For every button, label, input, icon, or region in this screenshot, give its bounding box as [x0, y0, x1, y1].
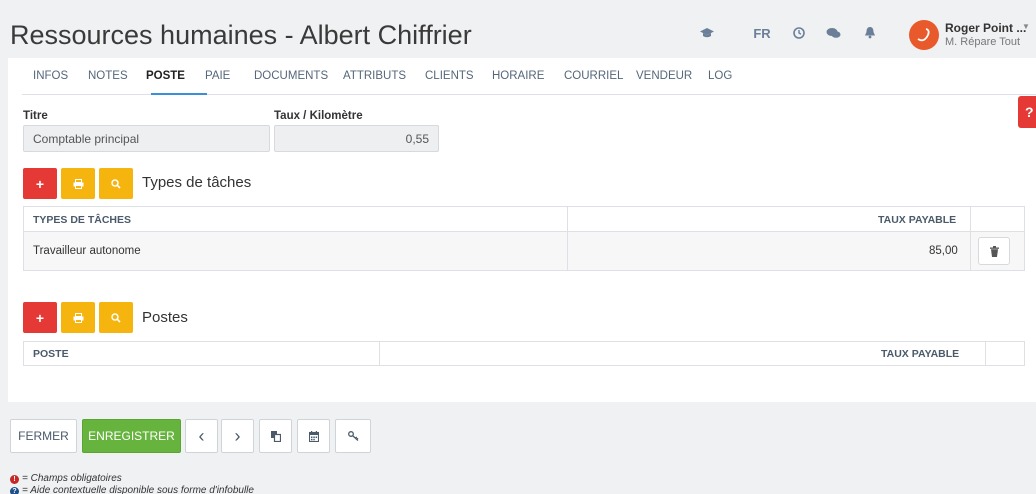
print-icon — [73, 312, 83, 323]
titre-label: Titre — [23, 110, 48, 122]
delete-row-button[interactable] — [978, 237, 1010, 265]
clock-icon[interactable] — [789, 26, 809, 42]
copy-button[interactable] — [259, 419, 292, 453]
tab-log[interactable]: LOG — [708, 70, 732, 82]
calendar-button[interactable] — [297, 419, 330, 453]
help-button[interactable]: ? — [1018, 96, 1036, 128]
column-header-taux: TAUX PAYABLE — [881, 348, 960, 360]
chat-icon[interactable] — [823, 26, 843, 42]
key-icon — [347, 431, 358, 441]
bell-icon[interactable] — [860, 26, 880, 42]
header: Ressources humaines - Albert Chiffrier F… — [0, 12, 1036, 58]
required-icon: ! — [10, 475, 19, 484]
taux-km-field[interactable]: 0,55 — [274, 125, 439, 152]
legend-required-text: = Champs obligatoires — [22, 473, 122, 484]
tab-courriel[interactable]: COURRIEL — [564, 70, 623, 82]
tab-attributs[interactable]: ATTRIBUTS — [343, 70, 406, 82]
cell-type: Travailleur autonome — [33, 245, 141, 257]
previous-button[interactable]: ‹ — [185, 419, 218, 453]
tab-bar: INFOS NOTES POSTE PAIE DOCUMENTS ATTRIBU… — [22, 58, 1036, 95]
cell-taux: 85,00 — [929, 245, 958, 257]
language-selector[interactable]: FR — [752, 26, 772, 41]
search-icon — [111, 312, 121, 323]
divider — [379, 342, 380, 365]
tab-vendeur[interactable]: VENDEUR — [636, 70, 692, 82]
taux-km-label: Taux / Kilomètre — [274, 110, 363, 122]
print-type-tache-button[interactable] — [61, 168, 95, 199]
user-company: M. Répare Tout — [945, 36, 1021, 48]
caret-down-icon[interactable]: ▼ — [1022, 22, 1030, 31]
types-taches-table: TYPES DE TÂCHES TAUX PAYABLE Travailleur… — [23, 206, 1025, 271]
next-button[interactable]: › — [221, 419, 254, 453]
main-panel: INFOS NOTES POSTE PAIE DOCUMENTS ATTRIBU… — [8, 58, 1036, 402]
table-row[interactable]: Travailleur autonome 85,00 — [24, 232, 1024, 270]
print-poste-button[interactable] — [61, 302, 95, 333]
add-poste-button[interactable]: + — [23, 302, 57, 333]
divider — [970, 207, 971, 270]
tab-notes[interactable]: NOTES — [88, 70, 128, 82]
divider — [985, 342, 986, 365]
search-type-tache-button[interactable] — [99, 168, 133, 199]
tab-poste[interactable]: POSTE — [146, 70, 185, 82]
help-icon: ? — [10, 487, 19, 494]
legend-help-text: = Aide contextuelle disponible sous form… — [22, 485, 254, 494]
legend-required: ! = Champs obligatoires — [10, 473, 122, 484]
key-button[interactable] — [335, 419, 371, 453]
graduation-cap-icon[interactable] — [697, 26, 717, 42]
column-header-taux: TAUX PAYABLE — [878, 214, 957, 226]
search-icon — [111, 178, 121, 189]
tab-horaire[interactable]: HORAIRE — [492, 70, 544, 82]
enregistrer-button[interactable]: ENREGISTRER — [82, 419, 181, 453]
postes-table: POSTE TAUX PAYABLE — [23, 341, 1025, 366]
legend-help: ? = Aide contextuelle disponible sous for… — [10, 485, 254, 494]
fermer-button[interactable]: FERMER — [10, 419, 77, 453]
tab-infos[interactable]: INFOS — [33, 70, 68, 82]
user-name[interactable]: Roger Point ... — [945, 21, 1026, 35]
titre-field[interactable]: Comptable principal — [23, 125, 270, 152]
types-taches-title: Types de tâches — [142, 174, 252, 191]
page-title: Ressources humaines - Albert Chiffrier — [10, 20, 472, 50]
search-poste-button[interactable] — [99, 302, 133, 333]
add-type-tache-button[interactable]: + — [23, 168, 57, 199]
column-header-poste: POSTE — [33, 348, 69, 360]
print-icon — [73, 178, 83, 189]
trash-icon — [989, 245, 999, 257]
divider — [567, 207, 568, 270]
postes-title: Postes — [142, 309, 188, 326]
avatar[interactable] — [909, 20, 939, 50]
calendar-icon — [308, 430, 319, 442]
column-header-type: TYPES DE TÂCHES — [33, 214, 132, 226]
tab-clients[interactable]: CLIENTS — [425, 70, 474, 82]
tab-documents[interactable]: DOCUMENTS — [254, 70, 328, 82]
copy-icon — [270, 430, 281, 442]
active-tab-indicator — [151, 93, 207, 95]
tab-paie[interactable]: PAIE — [205, 70, 230, 82]
